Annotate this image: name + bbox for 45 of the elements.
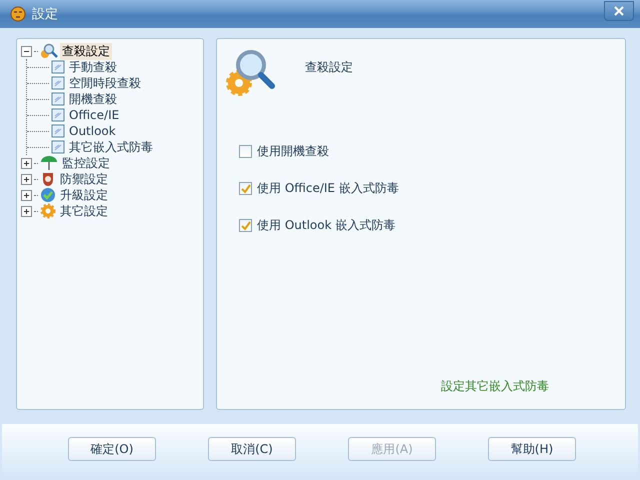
dialog-button[interactable]: 取消(C): [208, 437, 296, 461]
checkbox[interactable]: [239, 219, 252, 232]
checkbox[interactable]: [239, 145, 252, 158]
tree-item[interactable]: 其它嵌入式防毒: [67, 138, 155, 156]
tree-item[interactable]: 開機查殺: [67, 90, 119, 108]
tree-item[interactable]: 防禦設定: [58, 170, 110, 188]
close-button[interactable]: [604, 1, 634, 21]
expand-icon[interactable]: [21, 190, 32, 200]
document-icon: [51, 60, 65, 74]
expand-icon[interactable]: [21, 158, 32, 168]
tree-item[interactable]: Outlook: [67, 124, 118, 138]
document-icon: [51, 92, 65, 106]
gear-icon: [40, 203, 56, 219]
tree-item[interactable]: 其它設定: [58, 202, 110, 220]
tree-item[interactable]: 手動查殺: [67, 58, 119, 76]
section-heading: 查殺設定: [305, 59, 353, 76]
tree-item[interactable]: 監控設定: [60, 154, 112, 172]
option-checkbox[interactable]: 使用開機查殺: [239, 143, 625, 160]
option-label: 使用 Outlook 嵌入式防毒: [257, 217, 396, 234]
settings-link[interactable]: 設定其它嵌入式防毒: [441, 378, 625, 395]
option-label: 使用 Office/IE 嵌入式防毒: [257, 180, 399, 197]
document-icon: [51, 108, 65, 122]
option-label: 使用開機查殺: [257, 143, 329, 160]
tree-item[interactable]: 空閒時段查殺: [67, 74, 143, 92]
option-checkbox[interactable]: 使用 Outlook 嵌入式防毒: [239, 217, 625, 234]
document-icon: [51, 140, 65, 154]
close-icon: [614, 6, 624, 16]
dialog-button[interactable]: 幫助(H): [488, 437, 576, 461]
umbrella-icon: [40, 155, 58, 171]
document-icon: [51, 76, 65, 90]
shield-icon: [40, 171, 56, 187]
tree-item[interactable]: Office/IE: [67, 108, 122, 122]
magnifier-gear-icon: [40, 43, 58, 59]
window-title: 設定: [32, 6, 59, 23]
tree-item[interactable]: 升級設定: [58, 186, 110, 204]
collapse-icon[interactable]: [21, 46, 32, 56]
document-icon: [51, 124, 65, 138]
globe-check-icon: [40, 187, 56, 203]
expand-icon[interactable]: [21, 206, 32, 216]
tree-item[interactable]: 查殺設定: [60, 42, 112, 60]
checkbox[interactable]: [239, 182, 252, 195]
dialog-button[interactable]: 確定(O): [68, 437, 156, 461]
expand-icon[interactable]: [21, 174, 32, 184]
option-checkbox[interactable]: 使用 Office/IE 嵌入式防毒: [239, 180, 625, 197]
magnifier-gear-icon: [225, 47, 275, 97]
